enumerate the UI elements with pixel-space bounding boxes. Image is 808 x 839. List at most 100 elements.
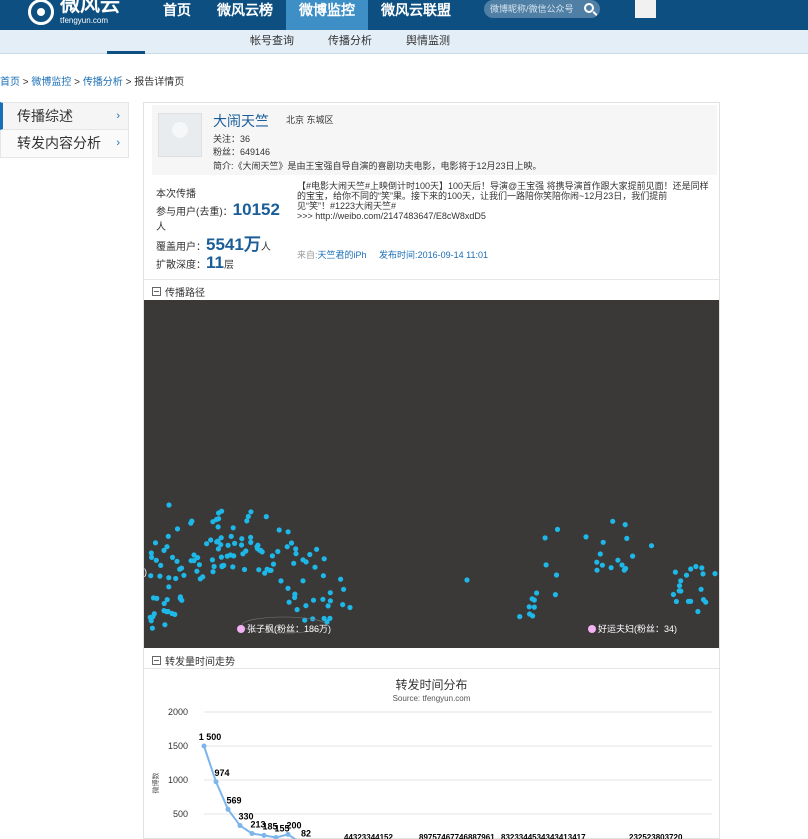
graph-node[interactable] <box>285 585 291 591</box>
graph-node[interactable] <box>215 524 221 530</box>
graph-node[interactable] <box>630 553 636 559</box>
subnav-spread-analysis[interactable]: 传播分析 <box>328 30 372 52</box>
graph-node[interactable] <box>712 571 718 577</box>
graph-node[interactable] <box>259 549 265 555</box>
graph-node[interactable] <box>188 520 194 526</box>
breadcrumb-home[interactable]: 首页 <box>0 77 20 88</box>
nav-home[interactable]: 首页 <box>150 0 204 30</box>
graph-node[interactable] <box>157 573 163 579</box>
graph-node[interactable] <box>169 554 176 560</box>
graph-node[interactable] <box>303 603 309 609</box>
graph-node[interactable] <box>174 558 180 564</box>
graph-node[interactable] <box>622 522 628 528</box>
graph-node[interactable] <box>179 597 185 603</box>
graph-node-label[interactable]: 好运夫妇(粉丝：34) <box>588 622 677 635</box>
graph-node[interactable] <box>218 554 224 560</box>
graph-node[interactable] <box>194 568 200 574</box>
graph-node[interactable] <box>278 578 284 584</box>
graph-node[interactable] <box>619 562 625 568</box>
graph-node[interactable] <box>191 558 197 564</box>
graph-node[interactable] <box>227 552 233 558</box>
data-point[interactable] <box>201 743 207 749</box>
graph-node[interactable] <box>210 569 216 575</box>
graph-node[interactable] <box>286 599 292 605</box>
data-point[interactable] <box>225 806 231 812</box>
subnav-account-search[interactable]: 帐号查询 <box>250 30 294 52</box>
graph-node[interactable] <box>241 566 248 573</box>
graph-node[interactable] <box>263 514 269 520</box>
graph-node[interactable] <box>698 586 704 592</box>
nav-alliance[interactable]: 微风云联盟 <box>368 0 464 30</box>
graph-node[interactable] <box>699 565 705 571</box>
graph-node[interactable] <box>599 562 605 568</box>
graph-node[interactable] <box>291 560 297 566</box>
section-trend[interactable]: 转发量时间走势 <box>152 653 235 668</box>
graph-node[interactable] <box>173 575 179 582</box>
graph-node[interactable] <box>275 548 281 555</box>
graph-node[interactable] <box>543 562 549 568</box>
graph-node[interactable] <box>320 573 326 579</box>
data-point[interactable] <box>285 831 291 837</box>
graph-node[interactable] <box>678 578 684 584</box>
data-point[interactable] <box>249 831 255 837</box>
graph-node[interactable] <box>673 598 680 605</box>
collapse-icon[interactable] <box>152 287 161 296</box>
graph-node[interactable] <box>648 543 655 549</box>
source-link[interactable]: 天竺君的iPh <box>318 250 367 260</box>
graph-node[interactable] <box>464 577 470 583</box>
graph-node[interactable] <box>531 604 537 610</box>
graph-node[interactable] <box>530 613 536 619</box>
graph-node[interactable] <box>276 527 282 533</box>
graph-canvas[interactable] <box>144 300 719 648</box>
graph-node[interactable] <box>292 591 298 597</box>
graph-node[interactable] <box>529 596 535 602</box>
trend-chart[interactable]: 500100015002000微博数1 50097456933021318515… <box>144 703 719 839</box>
profile-avatar[interactable] <box>158 113 202 157</box>
graph-node[interactable] <box>672 569 679 575</box>
graph-node[interactable] <box>228 533 234 539</box>
graph-node[interactable] <box>676 583 683 589</box>
graph-node[interactable] <box>321 556 327 562</box>
graph-node[interactable] <box>152 540 159 546</box>
graph-node[interactable] <box>149 625 155 631</box>
graph-node[interactable] <box>153 557 159 563</box>
graph-node[interactable] <box>624 535 630 541</box>
graph-node[interactable] <box>238 542 245 548</box>
graph-node[interactable] <box>149 554 155 560</box>
graph-node[interactable] <box>219 563 225 569</box>
graph-node[interactable] <box>554 526 561 532</box>
graph-node[interactable] <box>154 595 160 601</box>
graph-node[interactable] <box>615 557 621 563</box>
sidebar-item-overview[interactable]: 传播综述 › <box>0 102 129 130</box>
graph-node[interactable] <box>312 564 318 570</box>
graph-node[interactable] <box>215 546 221 552</box>
graph-node[interactable] <box>320 596 326 602</box>
search-input[interactable]: 微博昵称/微信公众号 <box>484 0 600 18</box>
graph-node[interactable] <box>600 539 606 545</box>
data-point[interactable] <box>237 823 243 829</box>
graph-node[interactable] <box>218 535 224 541</box>
graph-node[interactable] <box>285 529 291 535</box>
graph-node[interactable] <box>248 509 254 515</box>
graph-node[interactable] <box>327 598 333 604</box>
breadcrumb-analysis[interactable]: 传播分析 <box>83 77 123 88</box>
graph-node[interactable] <box>688 566 694 572</box>
graph-node[interactable] <box>245 513 251 520</box>
graph-node[interactable] <box>225 542 231 548</box>
breadcrumb-monitor[interactable]: 微博监控 <box>31 77 71 88</box>
graph-node[interactable] <box>191 552 197 558</box>
graph-node[interactable] <box>209 557 215 563</box>
graph-node[interactable] <box>683 572 690 578</box>
graph-node-label[interactable]: 张子枫(粉丝：186万) <box>237 622 331 635</box>
graph-node[interactable] <box>158 562 164 568</box>
graph-node[interactable] <box>166 584 172 590</box>
graph-node[interactable] <box>594 559 600 565</box>
graph-node[interactable] <box>314 546 320 552</box>
graph-node[interactable] <box>219 508 225 514</box>
graph-node[interactable] <box>676 588 682 594</box>
sidebar-item-repost-content[interactable]: 转发内容分析 › <box>0 130 129 158</box>
search-icon[interactable] <box>584 3 594 13</box>
graph-node[interactable] <box>300 578 306 584</box>
graph-node[interactable] <box>594 567 600 573</box>
graph-node[interactable] <box>232 540 238 546</box>
